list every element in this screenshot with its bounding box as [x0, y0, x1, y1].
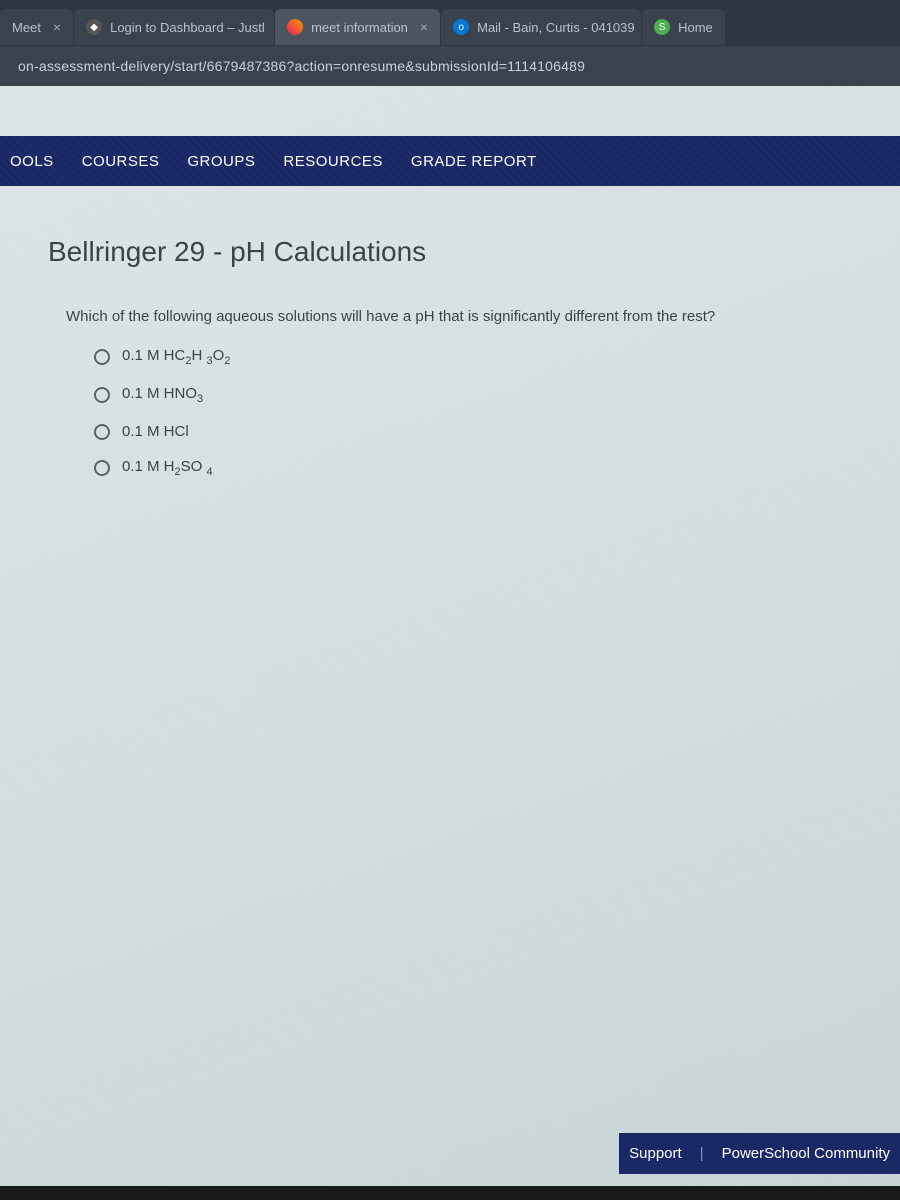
tab-label: Mail - Bain, Curtis - 041039	[477, 20, 635, 35]
page-title: Bellringer 29 - pH Calculations	[48, 236, 880, 268]
tab-label: Meet	[12, 20, 41, 35]
dashboard-icon: ◆	[86, 19, 102, 35]
home-icon: S	[654, 19, 670, 35]
tab-label: Login to Dashboard – Justl	[110, 20, 265, 35]
radio-icon[interactable]	[94, 387, 110, 403]
nav-courses[interactable]: COURSES	[82, 153, 160, 170]
nav-resources[interactable]: RESOURCES	[283, 153, 383, 170]
separator: |	[700, 1145, 704, 1162]
support-link[interactable]: Support	[629, 1145, 682, 1162]
radio-icon[interactable]	[94, 349, 110, 365]
options-list: 0.1 M HC2H 3O2 0.1 M HNO3 0.1 M HCl 0.1 …	[48, 347, 880, 478]
assessment-card: Bellringer 29 - pH Calculations Which of…	[48, 236, 880, 478]
nav-grade-report[interactable]: GRADE REPORT	[411, 153, 537, 170]
radio-icon[interactable]	[94, 424, 110, 440]
option-label: 0.1 M H2SO 4	[122, 458, 213, 478]
close-icon[interactable]: ×	[420, 19, 428, 35]
question-text: Which of the following aqueous solutions…	[48, 308, 880, 325]
option-4[interactable]: 0.1 M H2SO 4	[94, 458, 880, 478]
tab-bar: Meet × ◆ Login to Dashboard – Justl × me…	[0, 8, 900, 46]
community-link[interactable]: PowerSchool Community	[722, 1145, 890, 1162]
tab-label: meet information	[311, 20, 408, 35]
radio-icon[interactable]	[94, 460, 110, 476]
option-2[interactable]: 0.1 M HNO3	[94, 385, 880, 405]
option-1[interactable]: 0.1 M HC2H 3O2	[94, 347, 880, 367]
footer: Support | PowerSchool Community	[619, 1133, 900, 1174]
option-label: 0.1 M HCl	[122, 423, 189, 440]
info-icon	[287, 19, 303, 35]
nav-groups[interactable]: GROUPS	[187, 153, 255, 170]
browser-chrome: Meet × ◆ Login to Dashboard – Justl × me…	[0, 0, 900, 86]
option-label: 0.1 M HNO3	[122, 385, 203, 405]
tab-home[interactable]: S Home	[642, 9, 725, 45]
tab-meet-info[interactable]: meet information ×	[275, 9, 440, 45]
option-3[interactable]: 0.1 M HCl	[94, 423, 880, 440]
tab-dashboard[interactable]: ◆ Login to Dashboard – Justl ×	[74, 9, 274, 45]
tab-label: Home	[678, 20, 713, 35]
option-label: 0.1 M HC2H 3O2	[122, 347, 230, 367]
main-nav: OOLS COURSES GROUPS RESOURCES GRADE REPO…	[0, 136, 900, 186]
address-bar[interactable]: on-assessment-delivery/start/6679487386?…	[0, 46, 900, 86]
outlook-icon: o	[453, 19, 469, 35]
tab-meet[interactable]: Meet ×	[0, 9, 73, 45]
url: on-assessment-delivery/start/6679487386?…	[18, 58, 585, 74]
nav-tools[interactable]: OOLS	[10, 153, 54, 170]
tab-mail[interactable]: o Mail - Bain, Curtis - 041039 ×	[441, 9, 641, 45]
content-area: OOLS COURSES GROUPS RESOURCES GRADE REPO…	[0, 86, 900, 1186]
close-icon[interactable]: ×	[53, 19, 61, 35]
